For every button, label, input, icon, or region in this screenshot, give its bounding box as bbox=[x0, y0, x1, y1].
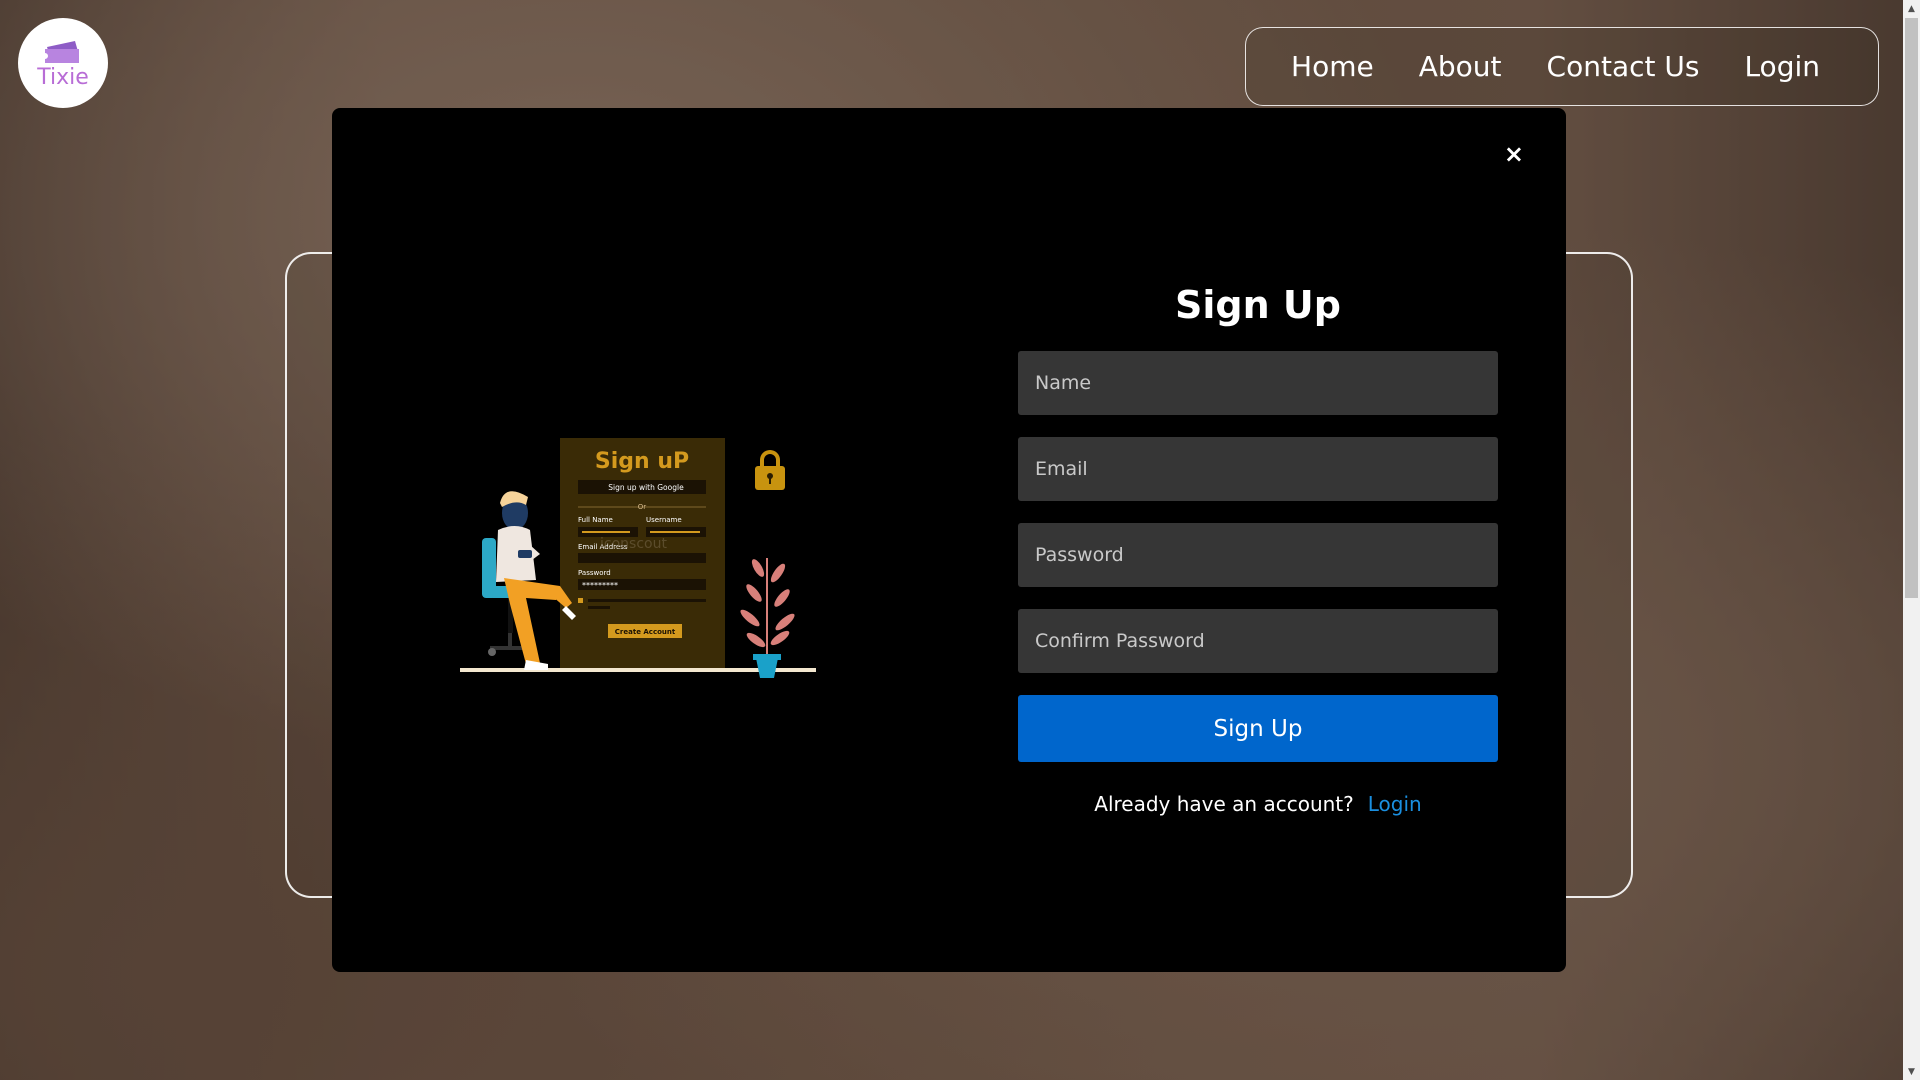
nav-contact-us[interactable]: Contact Us bbox=[1547, 50, 1700, 83]
scroll-down-icon[interactable]: ▼ bbox=[1903, 1063, 1920, 1080]
svg-text:Username: Username bbox=[646, 516, 682, 524]
scroll-up-icon[interactable]: ▲ bbox=[1903, 0, 1920, 17]
signup-illustration: Sign uP Sign up with Google Or Full Name… bbox=[460, 438, 816, 678]
email-input[interactable] bbox=[1018, 437, 1498, 501]
account-prompt-line: Already have an account? Login bbox=[1018, 792, 1498, 816]
logo-text: Tixie bbox=[37, 64, 89, 90]
svg-text:Or: Or bbox=[638, 503, 647, 511]
name-input[interactable] bbox=[1018, 351, 1498, 415]
svg-text:*********: ********* bbox=[582, 581, 618, 590]
svg-text:Create Account: Create Account bbox=[615, 628, 676, 636]
main-nav: Home About Contact Us Login bbox=[1245, 27, 1879, 106]
ticket-icon bbox=[43, 40, 79, 63]
signup-modal: × Sign uP Sign up with Google Or Full Na… bbox=[332, 108, 1566, 972]
form-title: Sign Up bbox=[1175, 283, 1341, 327]
logo[interactable]: Tixie bbox=[18, 18, 108, 108]
scroll-thumb[interactable] bbox=[1905, 18, 1918, 598]
account-prompt: Already have an account? bbox=[1094, 792, 1354, 816]
password-input[interactable] bbox=[1018, 523, 1498, 587]
nav-home[interactable]: Home bbox=[1291, 50, 1374, 83]
signup-form: Sign Up Sign Up Already have an account?… bbox=[1018, 283, 1498, 816]
sign-up-button[interactable]: Sign Up bbox=[1018, 695, 1498, 762]
nav-about[interactable]: About bbox=[1419, 50, 1502, 83]
page-scrollbar[interactable]: ▲ ▼ bbox=[1903, 0, 1920, 1080]
illustration-title: Sign uP bbox=[595, 449, 689, 474]
close-icon[interactable]: × bbox=[1504, 142, 1524, 166]
svg-text:Sign up with Google: Sign up with Google bbox=[608, 483, 684, 492]
svg-text:iconscout: iconscout bbox=[600, 536, 667, 552]
confirm-password-input[interactable] bbox=[1018, 609, 1498, 673]
nav-login[interactable]: Login bbox=[1744, 50, 1820, 83]
login-link[interactable]: Login bbox=[1368, 792, 1422, 816]
svg-text:Password: Password bbox=[578, 569, 611, 577]
svg-text:Full Name: Full Name bbox=[578, 516, 613, 524]
